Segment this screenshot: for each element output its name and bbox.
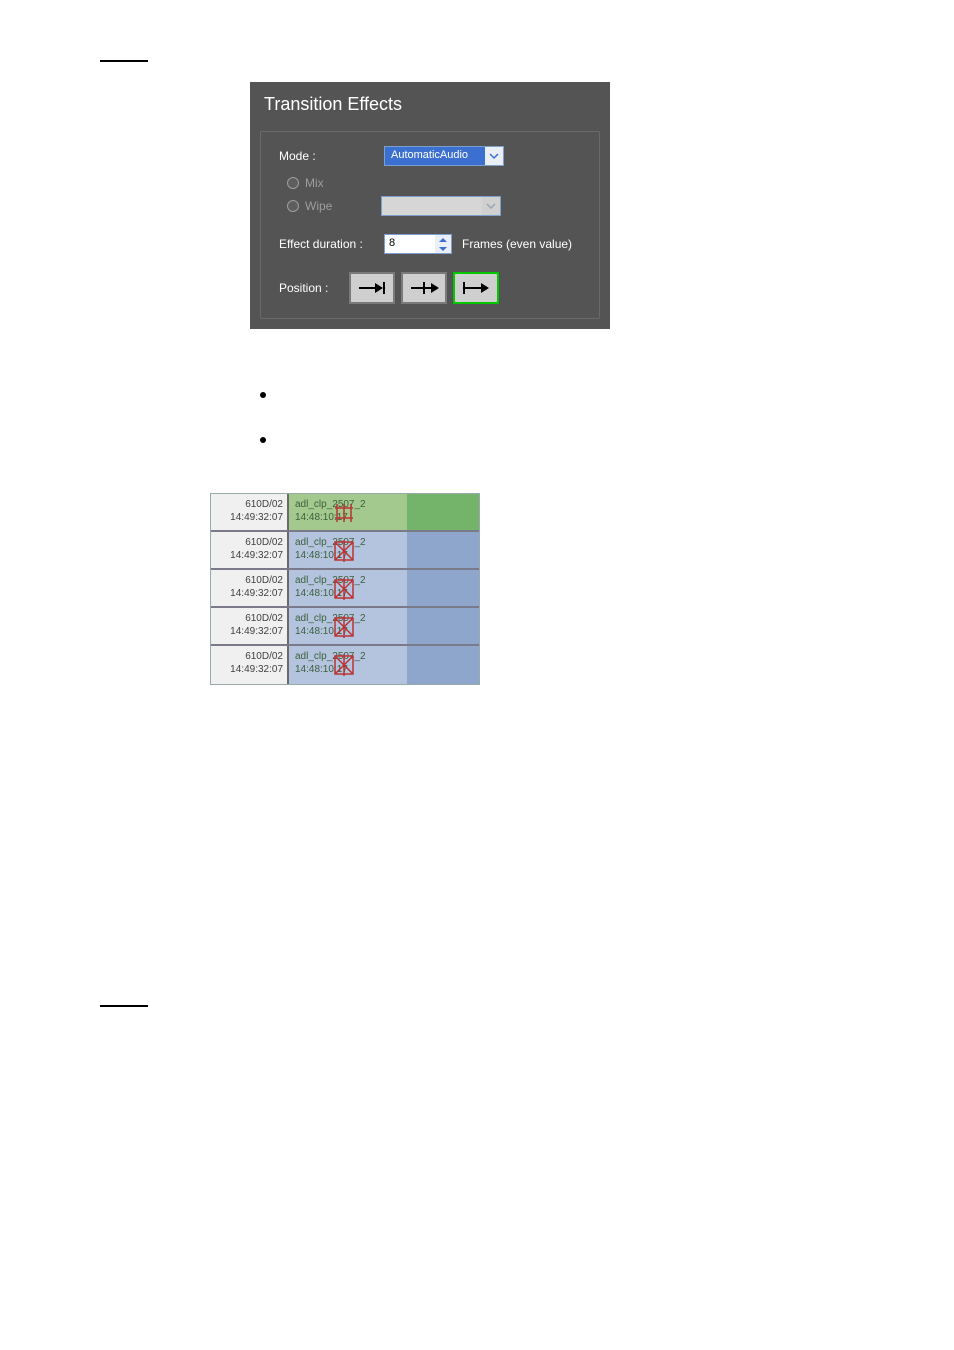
clip-row[interactable]: 610D/0214:49:32:07adl_clp_2507_214:48:10… [211,532,479,570]
clip-name: adl_clp_2507_2 [295,536,473,549]
clip-code: 610D/02 [215,612,283,625]
caret-up-icon[interactable] [435,235,451,244]
header-rule [100,60,148,62]
timeline-clips: 610D/0214:49:32:07adl_clp_2507_214:48:10… [210,493,480,685]
duration-suffix: Frames (even value) [462,237,572,251]
clip-name: adl_clp_2507_2 [295,612,473,625]
mix-label: Mix [305,176,324,190]
clip-tc-right: 14:48:10:17 [295,511,473,524]
stepper-spinner[interactable] [435,235,451,253]
transition-effects-panel: Transition Effects Mode : AutomaticAudio… [250,82,610,329]
clip-tc-right: 14:48:10:17 [295,625,473,638]
caret-down-icon[interactable] [435,244,451,253]
clip-tc-left: 14:49:32:07 [215,587,283,600]
clip-row[interactable]: 610D/0214:49:32:07adl_clp_2507_214:48:10… [211,570,479,608]
clip-left-cell: 610D/0214:49:32:07 [211,646,289,684]
panel-body: Mode : AutomaticAudio Mix Wipe [260,131,600,319]
clip-right-cell: adl_clp_2507_214:48:10:17 [289,646,479,684]
row-duration: Effect duration : 8 Frames (even value) [279,234,587,254]
list-item [260,389,854,398]
row-position: Position : [279,272,587,304]
clip-left-cell: 610D/0214:49:32:07 [211,532,289,568]
position-start-button[interactable] [453,272,499,304]
panel-title: Transition Effects [250,82,610,131]
clip-tc-left: 14:49:32:07 [215,625,283,638]
clip-code: 610D/02 [215,574,283,587]
clip-code: 610D/02 [215,498,283,511]
clip-code: 610D/02 [215,536,283,549]
bullet-icon [260,392,266,398]
duration-label: Effect duration : [279,237,374,251]
position-buttons [349,272,499,304]
chevron-down-icon[interactable] [485,147,503,165]
clip-row[interactable]: 610D/0214:49:32:07adl_clp_2507_214:48:10… [211,608,479,646]
duration-stepper[interactable]: 8 [384,234,452,254]
clip-tc-right: 14:48:10:17 [295,587,473,600]
radio-icon [287,177,299,189]
position-label: Position : [279,281,339,295]
clip-row[interactable]: 610D/0214:49:32:07adl_clp_2507_214:48:10… [211,494,479,532]
row-wipe: Wipe [287,196,587,216]
wipe-radio[interactable]: Wipe [287,199,371,213]
footer-rule [100,1005,148,1007]
clip-tc-left: 14:49:32:07 [215,511,283,524]
duration-value: 8 [385,235,435,253]
clip-right-cell: adl_clp_2507_214:48:10:17 [289,608,479,644]
clip-name: adl_clp_2507_2 [295,498,473,511]
wipe-value [382,197,482,215]
mode-value: AutomaticAudio [385,147,485,165]
clip-right-cell: adl_clp_2507_214:48:10:17 [289,494,479,530]
list-item [260,434,854,443]
wipe-combobox [381,196,501,216]
clip-tc-left: 14:49:32:07 [215,549,283,562]
clip-name: adl_clp_2507_2 [295,650,473,663]
clip-right-cell: adl_clp_2507_214:48:10:17 [289,570,479,606]
clip-tc-right: 14:48:10:17 [295,549,473,562]
wipe-label: Wipe [305,199,332,213]
chevron-down-icon [482,197,500,215]
mix-radio[interactable]: Mix [287,176,324,190]
radio-icon [287,200,299,212]
bullet-icon [260,437,266,443]
bullet-list [260,389,854,443]
clip-left-cell: 610D/0214:49:32:07 [211,494,289,530]
clip-name: adl_clp_2507_2 [295,574,473,587]
clip-row[interactable]: 610D/0214:49:32:07adl_clp_2507_214:48:10… [211,646,479,684]
mode-combobox[interactable]: AutomaticAudio [384,146,504,166]
clip-code: 610D/02 [215,650,283,663]
clip-left-cell: 610D/0214:49:32:07 [211,608,289,644]
row-mix: Mix [287,176,587,190]
clip-right-cell: adl_clp_2507_214:48:10:17 [289,532,479,568]
clip-left-cell: 610D/0214:49:32:07 [211,570,289,606]
row-mode: Mode : AutomaticAudio [279,146,587,166]
position-end-button[interactable] [349,272,395,304]
mode-label: Mode : [279,149,374,163]
clip-tc-left: 14:49:32:07 [215,663,283,676]
clip-tc-right: 14:48:10:17 [295,663,473,676]
position-center-button[interactable] [401,272,447,304]
